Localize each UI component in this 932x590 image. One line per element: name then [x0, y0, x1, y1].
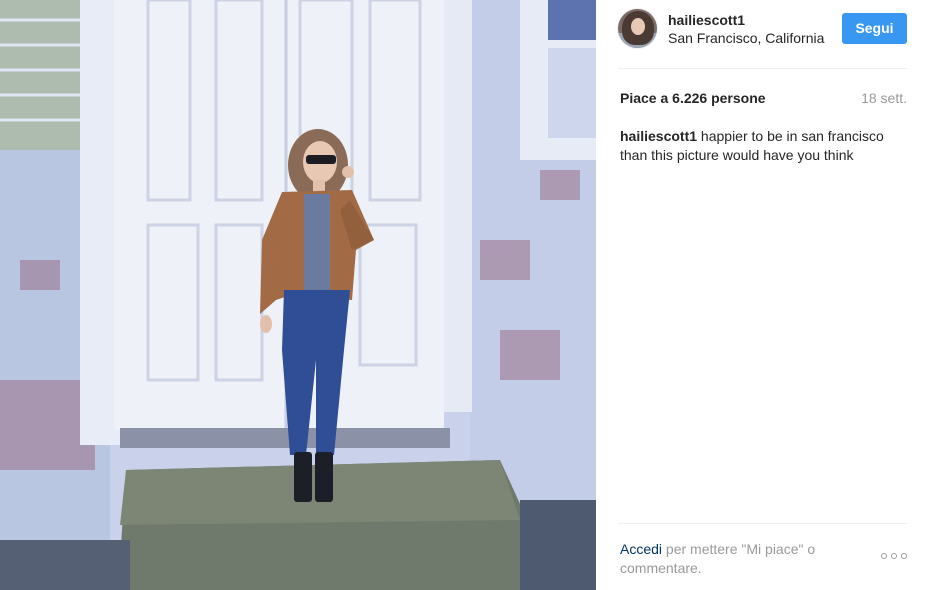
likes-count[interactable]: Piace a 6.226 persone [620, 90, 766, 106]
post-details-panel: hailiescott1 San Francisco, California S… [596, 0, 932, 590]
login-link[interactable]: Accedi [620, 541, 662, 557]
login-prompt: Accedi per mettere "Mi piace" o commenta… [620, 540, 850, 578]
caption-username-link[interactable]: hailiescott1 [620, 128, 697, 144]
post-caption: hailiescott1 happier to be in san franci… [620, 127, 905, 165]
ellipsis-icon[interactable] [881, 549, 907, 563]
divider [618, 523, 907, 524]
post-photo[interactable] [0, 0, 596, 590]
post-header: hailiescott1 San Francisco, California S… [618, 9, 907, 53]
divider [618, 68, 907, 69]
username-link[interactable]: hailiescott1 [668, 12, 745, 28]
follow-button[interactable]: Segui [842, 13, 907, 44]
location-link[interactable]: San Francisco, California [668, 30, 828, 46]
post-date: 18 sett. [861, 90, 907, 106]
photo-illustration [0, 0, 596, 590]
avatar[interactable] [618, 9, 657, 48]
instagram-post-window: hailiescott1 San Francisco, California S… [0, 0, 932, 590]
